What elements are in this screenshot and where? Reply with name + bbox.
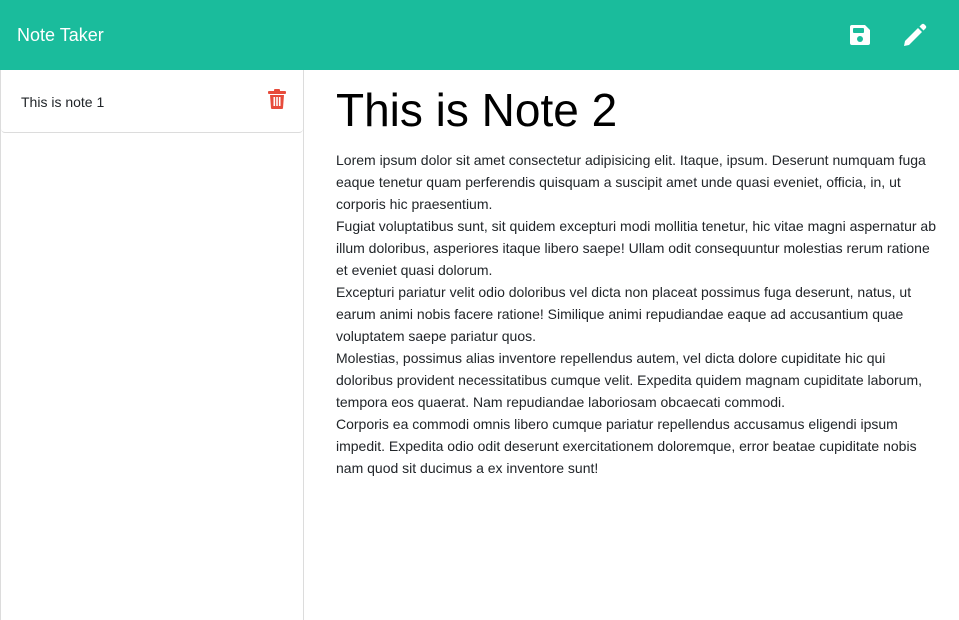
note-paragraph: Excepturi pariatur velit odio doloribus …: [336, 284, 912, 344]
note-editor: This is Note 2 Lorem ipsum dolor sit ame…: [304, 70, 959, 620]
note-paragraph: Fugiat voluptatibus sunt, sit quidem exc…: [336, 218, 936, 278]
list-item[interactable]: This is note 1: [1, 70, 303, 133]
navbar: Note Taker: [0, 0, 959, 70]
note-paragraph: Lorem ipsum dolor sit amet consectetur a…: [336, 152, 926, 212]
floppy-disk-icon: [850, 25, 870, 45]
note-text-area[interactable]: Lorem ipsum dolor sit amet consectetur a…: [336, 149, 942, 609]
note-paragraph: Corporis ea commodi omnis libero cumque …: [336, 416, 917, 476]
pencil-icon: [904, 23, 927, 46]
note-title-input[interactable]: This is Note 2: [336, 82, 936, 138]
new-note-button[interactable]: [901, 21, 929, 49]
save-note-button[interactable]: [846, 21, 874, 49]
app-title[interactable]: Note Taker: [17, 23, 104, 47]
note-list: This is note 1: [0, 70, 304, 620]
note-list-item-title[interactable]: This is note 1: [21, 93, 104, 111]
trash-icon: [267, 89, 286, 109]
note-paragraph: Molestias, possimus alias inventore repe…: [336, 350, 922, 410]
delete-note-button[interactable]: [267, 89, 286, 109]
